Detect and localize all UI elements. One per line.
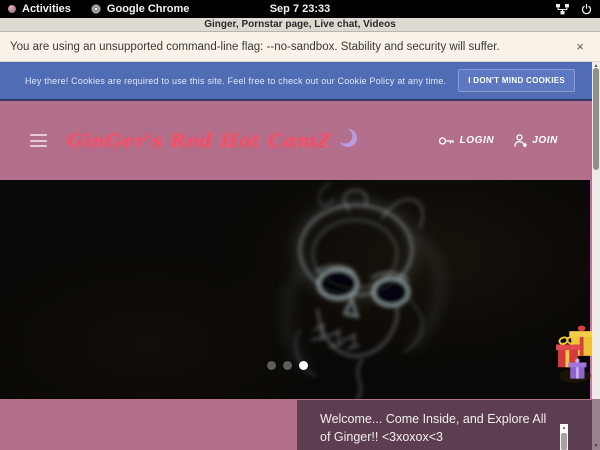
- hamburger-menu-icon[interactable]: [30, 134, 47, 147]
- welcome-panel: Welcome... Come Inside, and Explore All …: [297, 400, 600, 450]
- sandbox-warning-infobar: You are using an unsupported command-lin…: [0, 32, 600, 62]
- page-scrollbar-thumb[interactable]: [593, 68, 599, 170]
- activities-button[interactable]: Activities: [22, 3, 71, 15]
- activities-indicator-icon: [8, 5, 16, 13]
- welcome-message: Welcome... Come Inside, and Explore All …: [320, 411, 554, 446]
- login-label: LOGIN: [460, 135, 495, 146]
- page-scrollbar[interactable]: ▲ ▼: [592, 62, 600, 450]
- scroll-up-icon[interactable]: ▲: [560, 424, 568, 433]
- welcome-scrollbar-thumb[interactable]: [561, 433, 567, 450]
- carousel-dots: [267, 361, 308, 370]
- key-icon: [438, 135, 455, 147]
- gifts-icon[interactable]: [556, 320, 594, 386]
- logo-text: GinGer's Red Hot CamZ: [67, 130, 331, 152]
- carousel-dot[interactable]: [267, 361, 276, 370]
- site-header: GinGer's Red Hot CamZ LOG: [0, 101, 600, 180]
- cookie-banner: Hey there! Cookies are required to use t…: [0, 62, 600, 101]
- window-title: Ginger, Pornstar page, Live chat, Videos: [204, 19, 396, 30]
- power-icon[interactable]: [581, 4, 592, 15]
- screen: Activities Google Chrome Sep 7 23:33: [0, 0, 600, 450]
- cookie-message: Hey there! Cookies are required to use t…: [25, 76, 446, 86]
- infobar-message: You are using an unsupported command-lin…: [0, 41, 500, 53]
- gnome-top-bar: Activities Google Chrome Sep 7 23:33: [0, 0, 600, 18]
- window-titlebar[interactable]: Ginger, Pornstar page, Live chat, Videos: [0, 18, 600, 32]
- carousel-dot[interactable]: [299, 361, 308, 370]
- login-button[interactable]: LOGIN: [438, 135, 495, 147]
- moon-icon: [337, 127, 359, 154]
- join-button[interactable]: JOIN: [514, 134, 558, 148]
- welcome-scrollbar[interactable]: ▲: [560, 424, 568, 450]
- network-icon[interactable]: [556, 4, 569, 15]
- join-label: JOIN: [532, 135, 558, 146]
- focused-app-menu[interactable]: Google Chrome: [107, 3, 190, 15]
- scroll-down-icon[interactable]: ▼: [592, 442, 600, 450]
- site-logo[interactable]: GinGer's Red Hot CamZ: [67, 127, 359, 154]
- chrome-app-icon: [91, 4, 101, 14]
- accept-cookies-button[interactable]: I DON'T MIND COOKIES: [458, 69, 575, 92]
- person-plus-icon: [514, 134, 527, 148]
- carousel-dot[interactable]: [283, 361, 292, 370]
- close-icon[interactable]: ×: [576, 39, 584, 54]
